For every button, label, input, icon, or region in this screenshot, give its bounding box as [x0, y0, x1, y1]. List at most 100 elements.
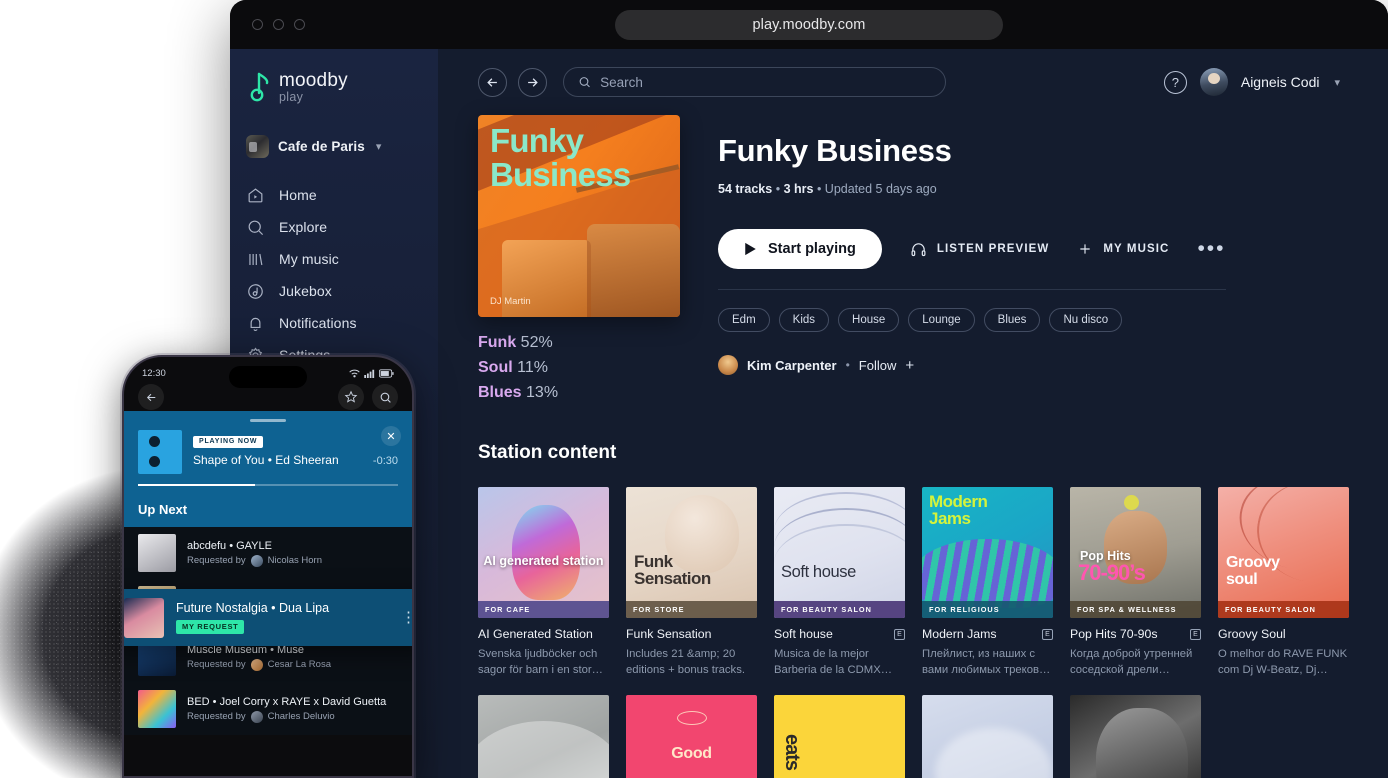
- listen-preview-button[interactable]: LISTEN PREVIEW: [910, 241, 1050, 258]
- sidebar-item-notifications[interactable]: Notifications: [230, 307, 438, 339]
- more-options-button[interactable]: •••: [1197, 238, 1225, 258]
- help-icon[interactable]: ?: [1163, 70, 1187, 94]
- sidebar-item-jukebox[interactable]: Jukebox: [230, 275, 438, 307]
- queue-requester-row: Requested by Cesar La Rosa: [187, 658, 331, 671]
- forward-button[interactable]: [518, 67, 547, 97]
- card-title-row: Soft house E: [774, 627, 905, 641]
- add-to-my-music-button[interactable]: MY MUSIC: [1077, 241, 1169, 257]
- genre-percent: 11%: [517, 359, 548, 376]
- card-title-row: Groovy Soul: [1218, 627, 1349, 641]
- phone-search-button[interactable]: [372, 384, 398, 410]
- my-request-artwork: [124, 597, 164, 638]
- wifi-icon: [349, 369, 360, 378]
- sidebar-item-explore[interactable]: Explore: [230, 211, 438, 243]
- cellular-icon: [364, 369, 375, 378]
- action-bar: Start playing LISTEN PREVIEW MY MUSIC ••…: [718, 229, 1226, 269]
- tag-chip[interactable]: Kids: [778, 308, 830, 332]
- queue-requester-row: Requested by Nicolas Horn: [187, 554, 323, 567]
- main-panel: ? Aigneis Codi ▾ Funky: [438, 49, 1388, 778]
- list-item[interactable]: BED • Joel Corry x RAYE x David Guetta R…: [124, 683, 412, 735]
- explicit-badge: E: [1042, 628, 1053, 640]
- station-card[interactable]: Soft house FOR BEAUTY SALON Soft house E…: [774, 487, 905, 678]
- station-card[interactable]: Good: [626, 695, 757, 778]
- chevron-down-icon: ▾: [375, 140, 382, 153]
- phone-clock: 12:30: [142, 368, 166, 379]
- queue-requester-row: Requested by Charles Deluvio: [187, 710, 386, 723]
- card-description: O melhor do RAVE FUNK com Dj W-Beatz, Dj…: [1218, 648, 1348, 677]
- card-art-overlay-text: Modern Jams: [929, 492, 988, 529]
- venue-avatar: [246, 134, 269, 158]
- tag-chip[interactable]: Edm: [718, 308, 770, 332]
- chevron-down-icon[interactable]: ▾: [1334, 76, 1340, 89]
- station-card[interactable]: [478, 695, 609, 778]
- playlist-hero: Funky Business DJ Martin Funk 52% Soul 1…: [478, 115, 1362, 402]
- playlist-cover-art[interactable]: Funky Business DJ Martin: [478, 115, 680, 317]
- user-name: Aigneis Codi: [1240, 74, 1320, 90]
- card-artwork: Soft house FOR BEAUTY SALON: [774, 487, 905, 618]
- station-card[interactable]: AI generated station FOR CAFE AI Generat…: [478, 487, 609, 678]
- card-artwork: AI generated station FOR CAFE: [478, 487, 609, 618]
- station-card[interactable]: eats: [774, 695, 905, 778]
- station-card[interactable]: Groovy soul FOR BEAUTY SALON Groovy Soul …: [1218, 487, 1349, 678]
- arrow-right-icon: [528, 77, 538, 87]
- minimize-window-button[interactable]: [273, 19, 284, 30]
- queue-track: abcdefu • GAYLE: [187, 539, 272, 552]
- station-card[interactable]: Funk Sensation FOR STORE Funk Sensation I…: [626, 487, 757, 678]
- avatar[interactable]: [1199, 68, 1228, 96]
- address-bar[interactable]: play.moodby.com: [615, 9, 1003, 40]
- window-controls[interactable]: [252, 19, 305, 30]
- my-request-card[interactable]: Future Nostalgia • Dua Lipa MY REQUEST: [124, 589, 412, 646]
- my-request-more-button[interactable]: [401, 613, 412, 622]
- close-window-button[interactable]: [252, 19, 263, 30]
- plus-icon[interactable]: +: [905, 357, 914, 374]
- station-card[interactable]: Modern Jams FOR RELIGIOUS Modern Jams E П…: [922, 487, 1053, 678]
- card-for-label: FOR BEAUTY SALON: [1218, 601, 1349, 618]
- card-art-overlay-text: Good: [671, 744, 712, 762]
- search-icon: [380, 392, 391, 403]
- follow-button[interactable]: Follow: [859, 358, 897, 373]
- venue-selector[interactable]: Cafe de Paris ▾: [230, 125, 438, 167]
- search-box[interactable]: [563, 67, 946, 97]
- tag-chip[interactable]: Blues: [983, 308, 1041, 332]
- card-for-label: FOR STORE: [626, 601, 757, 618]
- station-card[interactable]: [1070, 695, 1201, 778]
- station-card[interactable]: [922, 695, 1053, 778]
- requester-name: Nicolas Horn: [267, 555, 323, 566]
- back-button[interactable]: [478, 67, 507, 97]
- station-card[interactable]: Pop Hits 70-90’s FOR SPA & WELLNESS Pop …: [1070, 487, 1201, 678]
- card-title: Funk Sensation: [626, 627, 712, 641]
- maximize-window-button[interactable]: [294, 19, 305, 30]
- tag-chip[interactable]: House: [838, 308, 900, 332]
- phone-back-button[interactable]: [138, 384, 164, 410]
- explicit-badge: E: [894, 628, 905, 640]
- progress-bar[interactable]: [138, 484, 398, 486]
- card-art-overlay-text: Groovy soul: [1226, 554, 1280, 588]
- sidebar-nav: Home Explore My music Jukebox Notificati…: [230, 179, 438, 371]
- playlist-meta: 54 tracks • 3 hrs • Updated 5 days ago: [718, 182, 1226, 196]
- requested-by-label: Requested by: [187, 555, 246, 566]
- my-request-badge: MY REQUEST: [176, 619, 245, 634]
- search-input[interactable]: [600, 74, 931, 90]
- track-count: 54 tracks: [718, 182, 773, 196]
- close-icon[interactable]: ✕: [381, 426, 401, 446]
- star-icon: [344, 390, 358, 403]
- drag-handle[interactable]: [250, 419, 286, 422]
- phone-now-playing: ✕ PLAYING NOW Shape of You • Ed Sheeran …: [124, 411, 412, 498]
- card-title-row: AI Generated Station: [478, 627, 609, 641]
- station-content-grid: AI generated station FOR CAFE AI Generat…: [478, 487, 1362, 778]
- app-logo[interactable]: moodby play: [230, 67, 438, 107]
- tag-chip[interactable]: Lounge: [908, 308, 975, 332]
- disc-icon: [248, 283, 263, 299]
- start-playing-button[interactable]: Start playing: [718, 229, 882, 269]
- tag-chip[interactable]: Nu disco: [1049, 308, 1123, 332]
- card-artwork: [922, 695, 1053, 778]
- card-artwork: Funk Sensation FOR STORE: [626, 487, 757, 618]
- owner-name[interactable]: Kim Carpenter: [747, 358, 837, 373]
- card-title: Modern Jams: [922, 627, 997, 641]
- list-item[interactable]: abcdefu • GAYLE Requested by Nicolas Hor…: [124, 527, 412, 579]
- sidebar-item-my-music[interactable]: My music: [230, 243, 438, 275]
- sidebar-item-home[interactable]: Home: [230, 179, 438, 211]
- playlist-duration: 3 hrs: [783, 182, 814, 196]
- main-content: Funky Business DJ Martin Funk 52% Soul 1…: [438, 101, 1388, 778]
- phone-favorite-button[interactable]: [338, 384, 364, 410]
